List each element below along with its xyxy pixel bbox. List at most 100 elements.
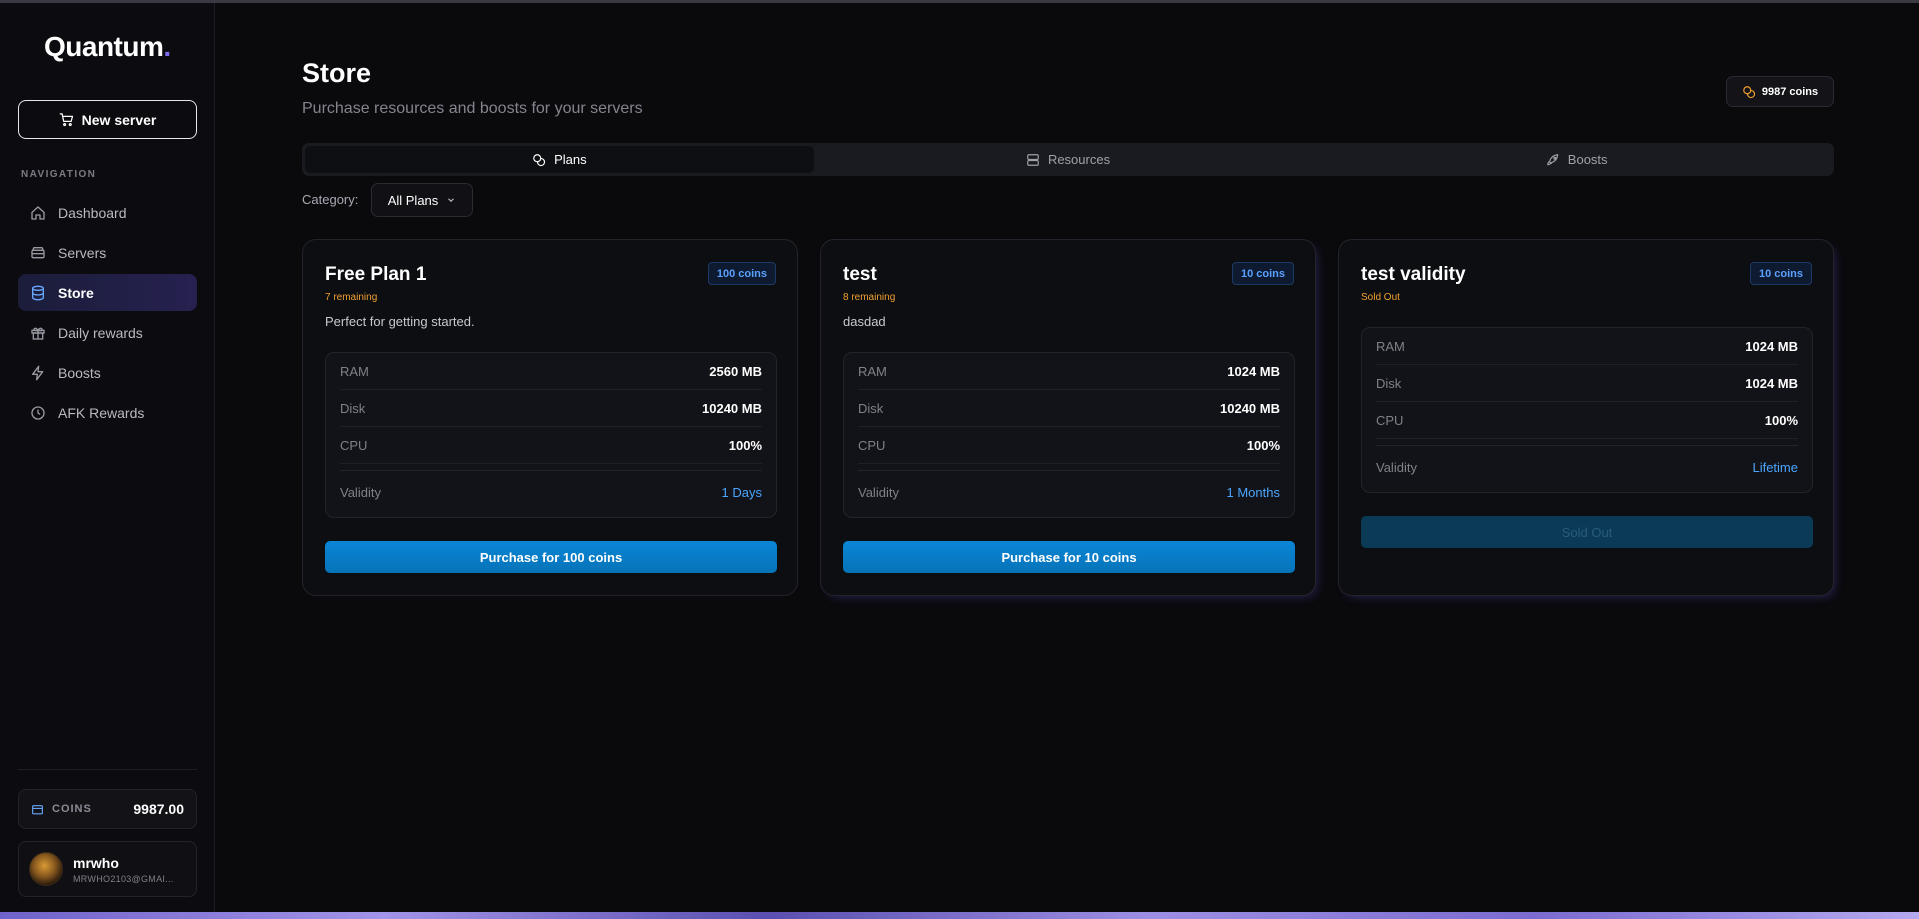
spec-row-ram: RAM 1024 MB [1376, 328, 1798, 365]
store-tabs: Plans Resources Boosts [302, 143, 1834, 176]
tab-label: Resources [1047, 152, 1111, 167]
spec-label: Validity [858, 484, 899, 500]
validity-value: 1 Months [1226, 484, 1280, 500]
plan-specs: RAM 2560 MB Disk 10240 MB CPU 100% Validity… [325, 352, 777, 518]
spec-value: 100% [1246, 437, 1280, 453]
stock-status: Sold Out [1361, 292, 1400, 303]
category-select[interactable]: All Plans [371, 183, 473, 217]
plan-card-test: test 10 coins 8 remaining dasdad RAM 1024… [820, 239, 1316, 596]
lightning-icon [31, 365, 44, 380]
coins-balance: COINS 9987.00 [18, 789, 197, 829]
sidebar-item-label: AFK Rewards [58, 404, 145, 421]
sidebar-item-label: Boosts [58, 364, 101, 381]
tab-label: Plans [554, 152, 587, 167]
sidebar-nav: Dashboard Servers Store Daily rewards Bo… [18, 194, 197, 434]
user-name: mrwho [73, 854, 119, 871]
plan-card-test-validity: test validity 10 coins Sold Out RAM 1024 … [1338, 239, 1834, 596]
avatar [29, 852, 63, 886]
purchase-button[interactable]: Purchase for 100 coins [325, 541, 777, 573]
server-icon [31, 246, 45, 258]
tab-boosts[interactable]: Boosts [1322, 146, 1831, 173]
spec-row-disk: Disk 10240 MB [858, 390, 1280, 427]
plan-specs: RAM 1024 MB Disk 1024 MB CPU 100% Validity L… [1361, 327, 1813, 493]
spec-value: 2560 MB [709, 363, 762, 379]
new-server-button[interactable]: New server [18, 100, 197, 139]
spec-row-validity: Validity 1 Months [858, 470, 1280, 513]
price-badge: 10 coins [1231, 262, 1294, 285]
spec-label: RAM [1376, 338, 1405, 354]
page-subtitle: Purchase resources and boosts for your s… [302, 100, 643, 117]
sold-out-button[interactable]: Sold Out [1361, 516, 1813, 548]
stock-status: 7 remaining [325, 292, 378, 303]
sidebar-divider [18, 769, 197, 770]
app-logo[interactable]: Quantum. [44, 31, 171, 63]
spec-row-validity: Validity Lifetime [1376, 445, 1798, 488]
nav-heading: NAVIGATION [21, 169, 97, 180]
spec-label: CPU [858, 437, 886, 453]
chevron-down-icon [448, 198, 455, 202]
spec-row-disk: Disk 1024 MB [1376, 365, 1798, 402]
gift-icon [31, 327, 45, 340]
user-profile[interactable]: mrwho MRWHO2103@GMAI... [18, 841, 197, 897]
spec-row-ram: RAM 1024 MB [858, 353, 1280, 390]
plan-specs: RAM 1024 MB Disk 10240 MB CPU 100% Validity… [843, 352, 1295, 518]
spec-value: 10240 MB [702, 400, 762, 416]
spec-value: 1024 MB [1745, 375, 1798, 391]
page-title: Store [302, 58, 372, 88]
coins-icon [533, 153, 546, 166]
user-email: MRWHO2103@GMAI... [73, 873, 174, 884]
cart-icon [59, 113, 73, 127]
bottom-glow [0, 912, 1919, 919]
database-icon [32, 285, 44, 300]
spec-row-ram: RAM 2560 MB [340, 353, 762, 390]
plan-title: test validity [1361, 264, 1466, 285]
sidebar-item-label: Daily rewards [58, 324, 143, 341]
spec-label: RAM [340, 363, 369, 379]
spec-value: 100% [728, 437, 762, 453]
spec-row-validity: Validity 1 Days [340, 470, 762, 513]
coins-icon [1743, 85, 1755, 98]
sidebar-item-daily-rewards[interactable]: Daily rewards [18, 314, 197, 351]
sidebar-item-servers[interactable]: Servers [18, 234, 197, 271]
coins-badge-value: 9987 coins [1761, 85, 1819, 98]
clock-icon [31, 405, 45, 420]
coins-value: 9987.00 [133, 801, 184, 817]
validity-value: 1 Days [721, 484, 762, 500]
tab-plans[interactable]: Plans [305, 146, 814, 173]
spec-label: Disk [1376, 375, 1402, 391]
plan-description: Perfect for getting started. [325, 314, 475, 329]
spec-label: CPU [1376, 412, 1404, 428]
spec-label: Validity [1376, 459, 1417, 475]
spec-label: Disk [340, 400, 366, 416]
stock-status: 8 remaining [843, 292, 896, 303]
coins-label: COINS [52, 803, 92, 815]
sidebar-item-label: Dashboard [58, 204, 127, 221]
spec-row-cpu: CPU 100% [340, 427, 762, 464]
spec-value: 100% [1764, 412, 1798, 428]
sidebar-item-afk-rewards[interactable]: AFK Rewards [18, 394, 197, 431]
spec-row-disk: Disk 10240 MB [340, 390, 762, 427]
coins-badge: 9987 coins [1726, 76, 1834, 107]
sidebar-item-store[interactable]: Store [18, 274, 197, 311]
rocket-icon [1546, 153, 1559, 165]
spec-row-cpu: CPU 100% [858, 427, 1280, 464]
category-value: All Plans [387, 192, 439, 208]
price-badge: 100 coins [707, 262, 776, 285]
spec-value: 1024 MB [1227, 363, 1280, 379]
new-server-label: New server [81, 111, 157, 128]
plan-card-free-plan-1: Free Plan 1 100 coins 7 remaining Perfec… [302, 239, 798, 596]
spec-value: 1024 MB [1745, 338, 1798, 354]
purchase-button[interactable]: Purchase for 10 coins [843, 541, 1295, 573]
spec-value: 10240 MB [1220, 400, 1280, 416]
sidebar-item-boosts[interactable]: Boosts [18, 354, 197, 391]
category-label: Category: [302, 192, 359, 207]
tab-resources[interactable]: Resources [814, 146, 1323, 173]
spec-label: Validity [340, 484, 381, 500]
top-border [0, 0, 1919, 3]
spec-label: CPU [340, 437, 368, 453]
price-badge: 10 coins [1749, 262, 1812, 285]
sidebar-item-label: Store [58, 284, 94, 301]
spec-label: RAM [858, 363, 887, 379]
sidebar: Quantum. New server NAVIGATION Dashboard… [0, 3, 215, 912]
sidebar-item-dashboard[interactable]: Dashboard [18, 194, 197, 231]
